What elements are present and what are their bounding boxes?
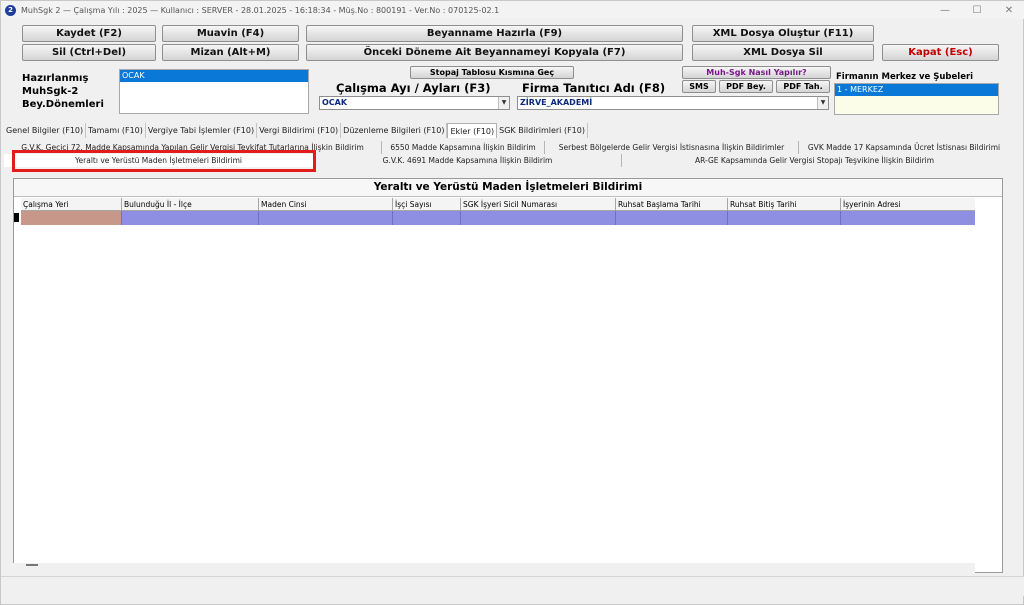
prepared-periods-list[interactable]: OCAK (119, 69, 309, 114)
grid-cell[interactable] (393, 211, 461, 225)
column-header[interactable]: Ruhsat Bitiş Tarihi (728, 198, 841, 211)
grid-cell[interactable] (461, 211, 616, 225)
xml-create-button[interactable]: XML Dosya Oluştur (F11) (692, 25, 874, 42)
period-select[interactable]: OCAK ▼ (319, 96, 510, 110)
chevron-down-icon[interactable]: ▼ (498, 97, 509, 109)
column-header[interactable]: İşyerinin Adresi (841, 198, 975, 211)
grid-title: Yeraltı ve Yerüstü Maden İşletmeleri Bil… (14, 179, 1002, 197)
tab-duzenleme[interactable]: Düzenleme Bilgileri (F10) (341, 123, 448, 138)
chevron-down-icon[interactable]: ▼ (817, 97, 828, 109)
muavin-button[interactable]: Muavin (F4) (162, 25, 299, 42)
periods-label-line3: Bey.Dönemleri (22, 99, 104, 110)
app-window: 2 MuhSgk 2 — Çalışma Yılı : 2025 — Kulla… (0, 0, 1024, 605)
column-header[interactable]: Maden Cinsi (259, 198, 393, 211)
company-value: ZİRVE_AKADEMİ (520, 98, 593, 107)
grid-cell[interactable] (841, 211, 975, 225)
grid-cell[interactable] (259, 211, 393, 225)
grid-cell[interactable] (21, 211, 122, 225)
tab-tamami[interactable]: Tamamı (F10) (86, 123, 146, 138)
subtab-arge[interactable]: AR-GE Kapsamında Gelir Vergisi Stopajı T… (622, 154, 1007, 167)
period-value: OCAK (322, 98, 348, 107)
copy-previous-button[interactable]: Önceki Döneme Ait Beyannameyi Kopyala (F… (306, 44, 683, 61)
column-header[interactable]: Çalışma Yeri (21, 198, 122, 211)
maximize-button[interactable]: ☐ (961, 1, 993, 19)
stopaj-jump-button[interactable]: Stopaj Tablosu Kısmına Geç (410, 66, 574, 79)
how-to-button[interactable]: Muh-Sgk Nasıl Yapılır? (682, 66, 831, 79)
row-indicator (14, 213, 19, 222)
close-window-button[interactable]: ✕ (993, 1, 1024, 19)
subtab-gvk-17[interactable]: GVK Madde 17 Kapsamında Ücret İstisnası … (799, 141, 1009, 154)
column-header[interactable]: SGK İşyeri Sicil Numarası (461, 198, 616, 211)
xml-delete-button[interactable]: XML Dosya Sil (692, 44, 874, 61)
column-header[interactable]: İşçi Sayısı (393, 198, 461, 211)
window-title: MuhSgk 2 — Çalışma Yılı : 2025 — Kullanı… (21, 5, 500, 15)
save-button[interactable]: Kaydet (F2) (22, 25, 156, 42)
mizan-button[interactable]: Mizan (Alt+M) (162, 44, 299, 61)
branches-list[interactable]: 1 - MERKEZ (834, 83, 999, 115)
tab-vergiye-tabi[interactable]: Vergiye Tabi İşlemler (F10) (146, 123, 258, 138)
grid-cell[interactable] (728, 211, 841, 225)
periods-label-line1: Hazırlanmış (22, 73, 89, 84)
branch-item[interactable]: 1 - MERKEZ (835, 84, 998, 96)
highlight-box (12, 150, 316, 172)
tab-sgk-bildirimleri[interactable]: SGK Bildirimleri (F10) (497, 123, 588, 138)
delete-button[interactable]: Sil (Ctrl+Del) (22, 44, 156, 61)
tab-genel-bilgiler[interactable]: Genel Bilgiler (F10) (4, 123, 87, 138)
periods-label-line2: MuhSgk-2 (22, 86, 79, 97)
status-bar (1, 576, 1024, 596)
branches-label: Firmanın Merkez ve Şubeleri (836, 72, 974, 82)
minimize-button[interactable]: — (929, 1, 961, 19)
tab-vergi-bildirimi[interactable]: Vergi Bildirimi (F10) (257, 123, 342, 138)
tab-ekler[interactable]: Ekler (F10) (447, 123, 498, 138)
sms-button[interactable]: SMS (682, 80, 716, 93)
title-bar: 2 MuhSgk 2 — Çalışma Yılı : 2025 — Kulla… (1, 1, 1024, 19)
period-list-item[interactable]: OCAK (120, 70, 308, 82)
prepare-declaration-button[interactable]: Beyanname Hazırla (F9) (306, 25, 683, 42)
period-label: Çalışma Ayı / Ayları (F3) (336, 81, 491, 95)
main-tabs: Genel Bilgiler (F10) Tamamı (F10) Vergiy… (4, 123, 588, 138)
company-label: Firma Tanıtıcı Adı (F8) (522, 81, 666, 95)
subtab-serbest-bolge[interactable]: Serbest Bölgelerde Gelir Vergisi İstisna… (545, 141, 799, 154)
grid-scroll-marker (26, 564, 38, 566)
data-grid[interactable]: Yeraltı ve Yerüstü Maden İşletmeleri Bil… (13, 178, 1003, 573)
column-header[interactable]: Bulunduğu İl - İlçe (122, 198, 259, 211)
grid-cell[interactable] (122, 211, 259, 225)
grid-footer (13, 563, 975, 573)
pdf-bey-button[interactable]: PDF Bey. (719, 80, 773, 93)
grid-cell[interactable] (616, 211, 728, 225)
company-select[interactable]: ZİRVE_AKADEMİ ▼ (517, 96, 829, 110)
column-header[interactable]: Ruhsat Başlama Tarihi (616, 198, 728, 211)
app-logo-icon: 2 (5, 4, 16, 16)
pdf-tah-button[interactable]: PDF Tah. (776, 80, 830, 93)
subtab-6550[interactable]: 6550 Madde Kapsamına İlişkin Bildirim (382, 141, 545, 154)
close-button[interactable]: Kapat (Esc) (882, 44, 999, 61)
subtab-4691[interactable]: G.V.K. 4691 Madde Kapsamına İlişkin Bild… (314, 154, 622, 167)
